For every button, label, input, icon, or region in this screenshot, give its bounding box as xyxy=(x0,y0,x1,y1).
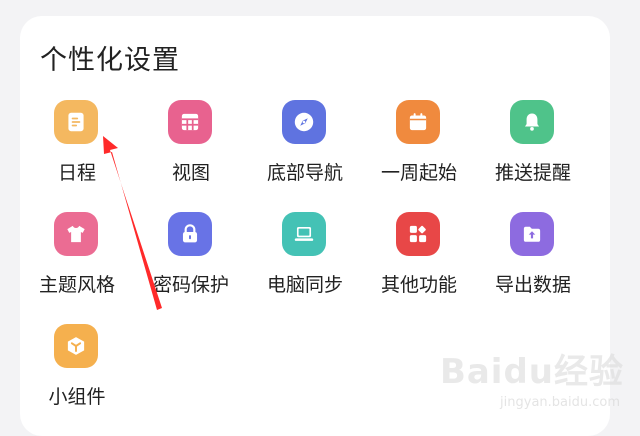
setting-item-pc-sync[interactable]: 电脑同步 xyxy=(248,212,362,312)
apps-icon xyxy=(396,212,440,256)
setting-item-label: 视图 xyxy=(171,162,210,184)
folder-upload-icon xyxy=(510,212,554,256)
calendar-icon xyxy=(396,100,440,144)
setting-item-label: 日程 xyxy=(57,162,96,184)
section-title: 个性化设置 xyxy=(40,45,180,76)
setting-item-theme[interactable]: 主题风格 xyxy=(20,212,134,312)
widget-cube-icon xyxy=(54,324,98,368)
bell-icon xyxy=(510,100,554,144)
setting-item-view[interactable]: 视图 xyxy=(134,100,248,200)
watermark-url: jingyan.baidu.com xyxy=(500,395,620,410)
setting-item-other-functions[interactable]: 其他功能 xyxy=(362,212,476,312)
laptop-icon xyxy=(282,212,326,256)
watermark-logo: Baidu经验 xyxy=(439,352,624,392)
setting-item-schedule[interactable]: 日程 xyxy=(20,100,134,200)
setting-item-widget[interactable]: 小组件 xyxy=(20,324,134,424)
schedule-icon xyxy=(54,100,98,144)
setting-item-label: 密码保护 xyxy=(152,274,229,296)
setting-item-push-reminder[interactable]: 推送提醒 xyxy=(476,100,590,200)
view-grid-icon xyxy=(168,100,212,144)
setting-item-export-data[interactable]: 导出数据 xyxy=(476,212,590,312)
setting-item-label: 电脑同步 xyxy=(266,274,343,296)
setting-item-label: 导出数据 xyxy=(494,274,571,296)
compass-icon xyxy=(282,100,326,144)
setting-item-week-start[interactable]: 一周起始 xyxy=(362,100,476,200)
setting-item-label: 推送提醒 xyxy=(494,162,571,184)
setting-item-password[interactable]: 密码保护 xyxy=(134,212,248,312)
setting-item-label: 一周起始 xyxy=(380,162,457,184)
setting-item-label: 底部导航 xyxy=(266,162,343,184)
baidu-watermark: Baidu经验 jingyan.baidu.com xyxy=(428,336,628,412)
setting-item-label: 其他功能 xyxy=(380,274,457,296)
lock-icon xyxy=(168,212,212,256)
setting-item-label: 主题风格 xyxy=(38,274,115,296)
setting-item-bottom-nav[interactable]: 底部导航 xyxy=(248,100,362,200)
setting-item-label: 小组件 xyxy=(48,386,106,408)
tshirt-icon xyxy=(54,212,98,256)
